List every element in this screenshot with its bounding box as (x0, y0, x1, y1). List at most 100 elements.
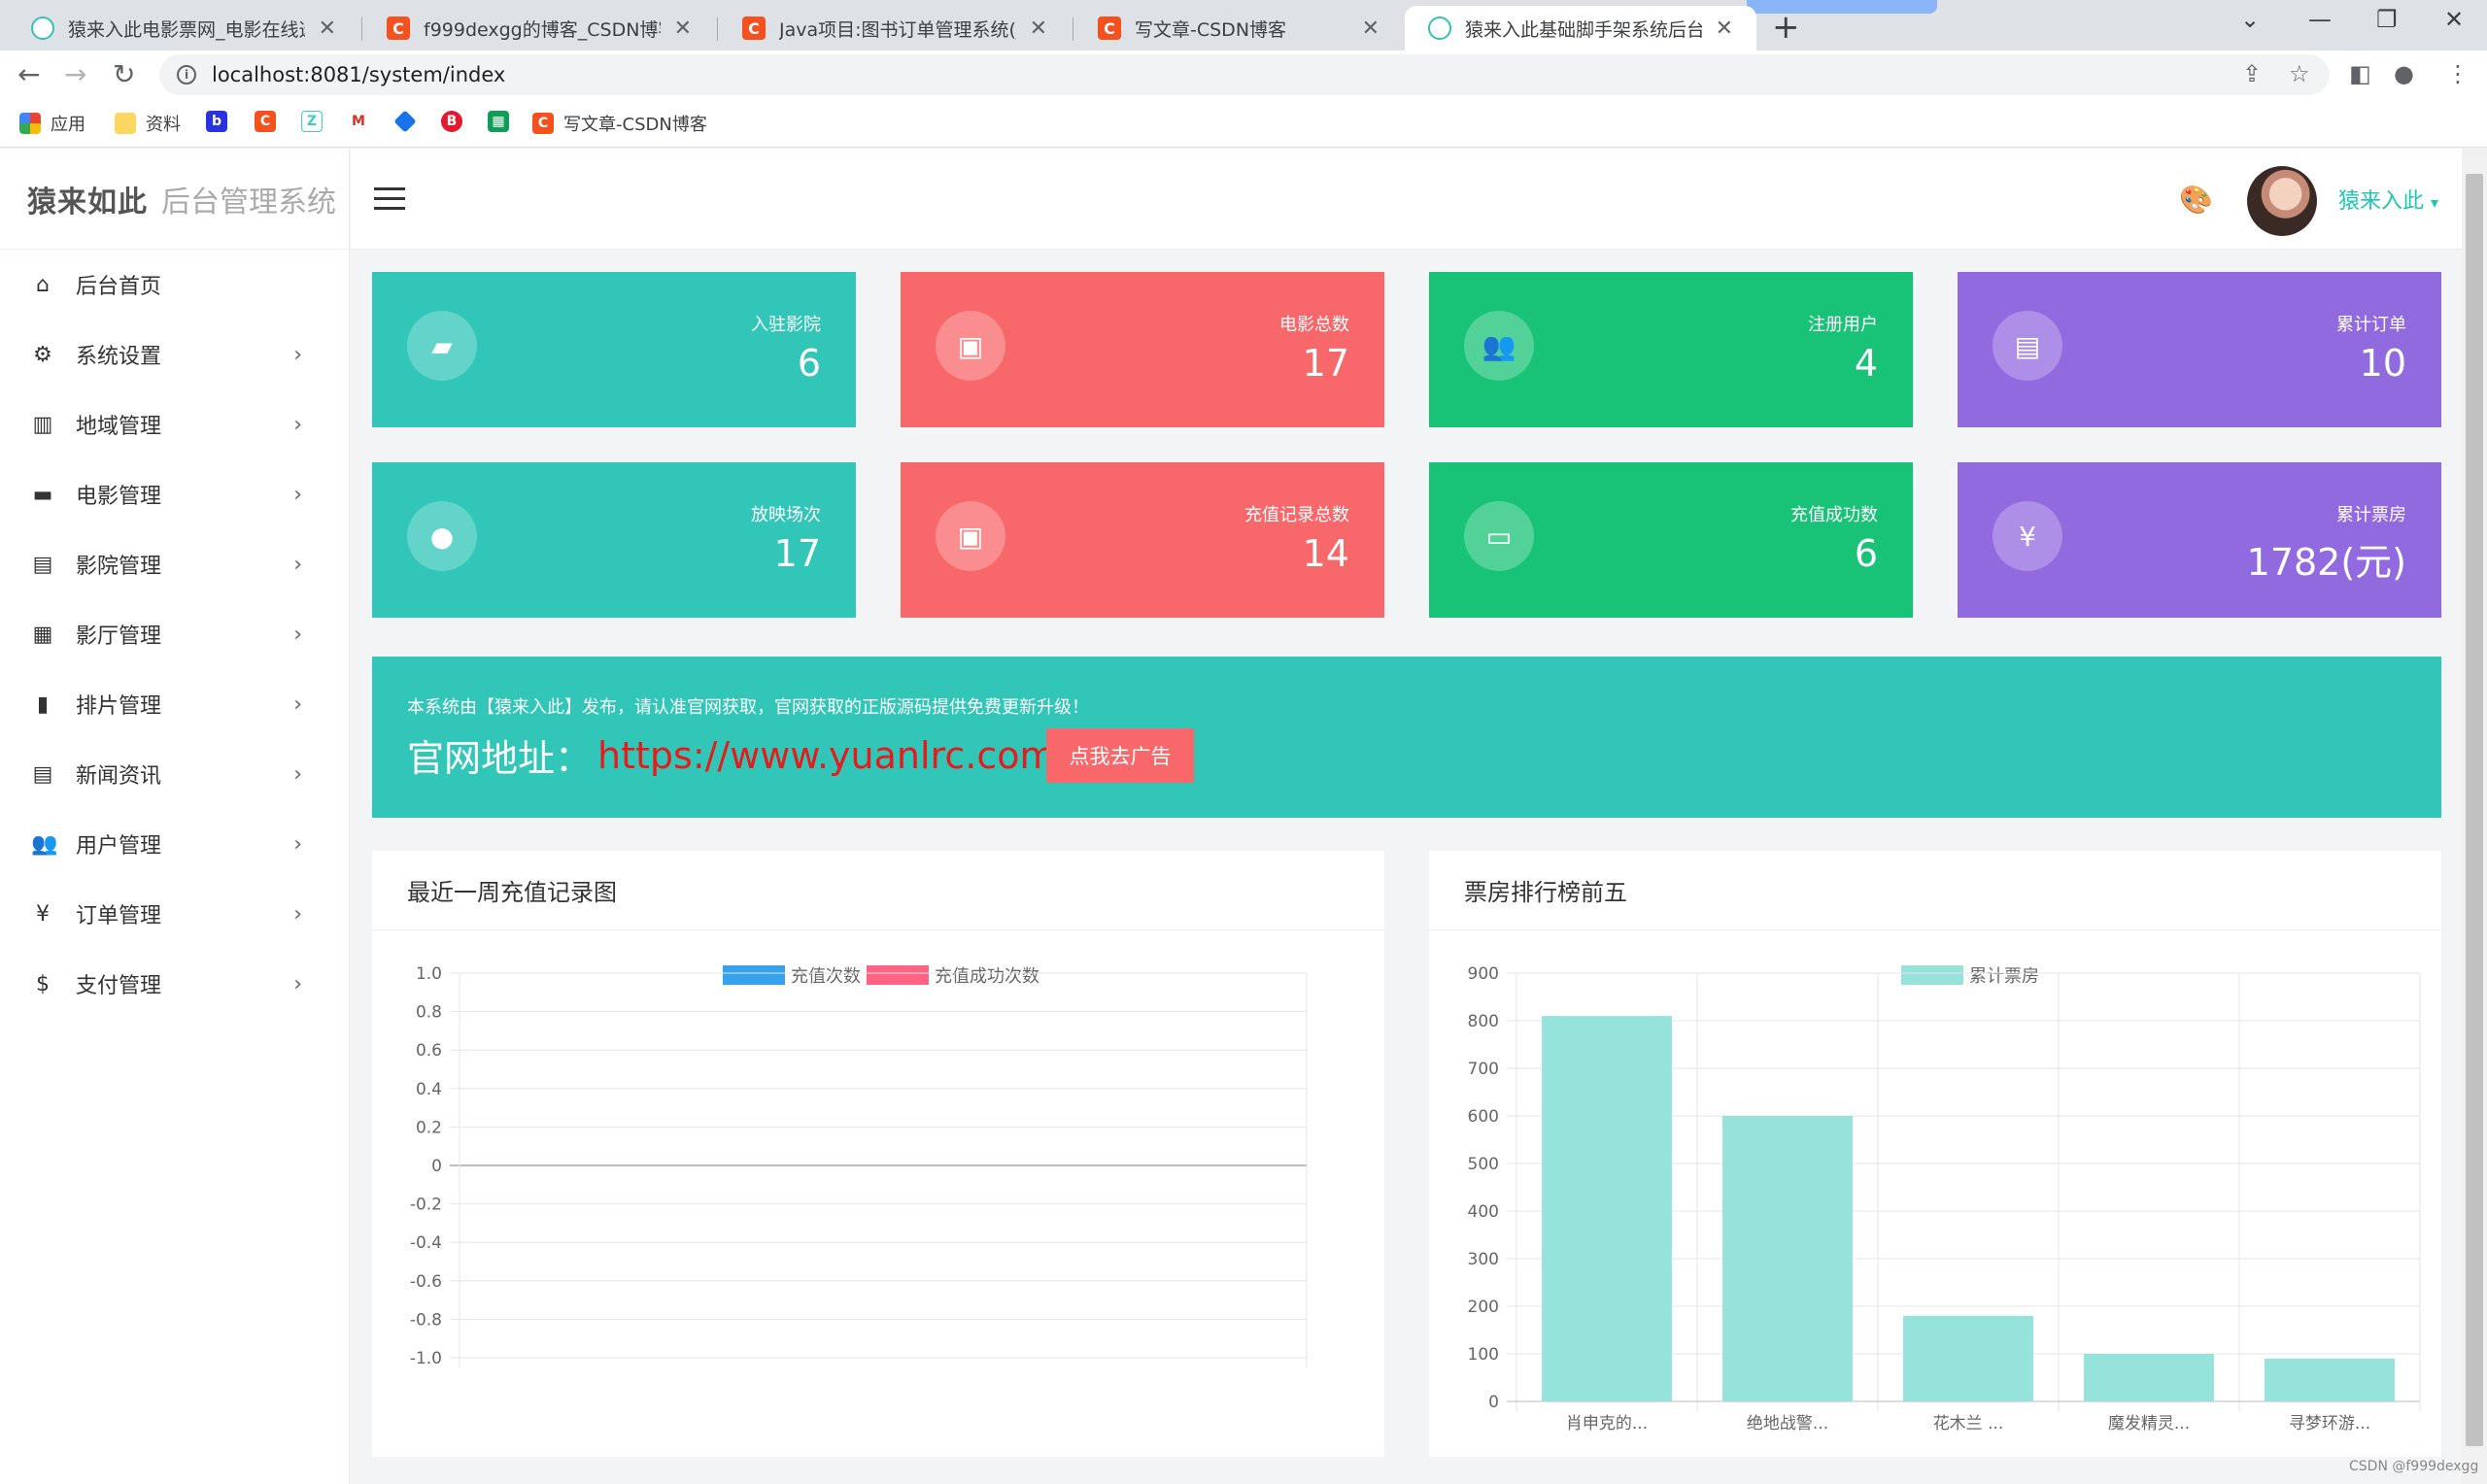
sidebar-item[interactable]: ▮ 排片管理 › (0, 669, 349, 739)
close-tab-icon[interactable]: ✕ (319, 17, 336, 41)
bar (1903, 1315, 2033, 1401)
gear-icon: ⚙ (33, 342, 52, 367)
banner-notice: 本系统由【猿来入此】发布，请认准官网获取，官网获取的正版源码提供免费更新升级！ (407, 697, 1089, 718)
sidebar: 猿来如此 后台管理系统 ⌂ 后台首页 ⚙ 系统设置 › ▥ 地域管理 › ▬ 电影管理 › ▤ 影院管理… (0, 149, 350, 1484)
site-url-link[interactable]: https://www.yuanlrc.com (597, 734, 1055, 777)
tab-search-icon[interactable]: ⌄ (2240, 6, 2260, 33)
theme-palette-icon[interactable]: 🎨 (2179, 184, 2213, 216)
sidebar-item[interactable]: ▤ 新闻资讯 › (0, 739, 349, 809)
sheets-icon: ▦ (488, 111, 509, 132)
browser-tab-3[interactable]: C Java项目:图书订单管理系统(java ✕ (719, 6, 1071, 51)
y-tick-label: -0.4 (410, 1233, 442, 1253)
bookmark-label: 写文章-CSDN博客 (563, 115, 707, 135)
reload-icon[interactable]: ↻ (113, 58, 135, 90)
stat-value: 6 (797, 342, 821, 385)
close-tab-icon[interactable]: ✕ (1030, 17, 1047, 41)
profile-icon[interactable]: ● (2394, 60, 2414, 87)
close-tab-icon[interactable]: ✕ (1716, 17, 1733, 41)
sidebar-item[interactable]: ▦ 影厅管理 › (0, 599, 349, 669)
new-tab-button[interactable]: + (1772, 8, 1800, 47)
browser-tab-1[interactable]: 猿来入此电影票网_电影在线选座 ✕ (8, 6, 359, 51)
chevron-right-icon: › (293, 412, 302, 437)
user-menu[interactable]: 猿来入此 ▾ (2338, 184, 2438, 215)
gmail-icon: M (348, 111, 369, 132)
minimize-icon[interactable]: — (2308, 6, 2332, 33)
money-icon: ▣ (936, 501, 1005, 571)
x-tick-label: 寻梦环游... (2289, 1414, 2370, 1433)
sidebar-item[interactable]: ¥ 订单管理 › (0, 879, 349, 949)
tab-title: 猿来入此电影票网_电影在线选座 (68, 18, 305, 41)
sidebar-menu: ⌂ 后台首页 ⚙ 系统设置 › ▥ 地域管理 › ▬ 电影管理 › ▤ 影院管理 › ▦ 影厅管理 › ▮ 排片管理… (0, 250, 349, 1019)
legend-label: 充值成功次数 (935, 966, 1039, 987)
folder-icon (115, 113, 136, 134)
legend-label: 累计票房 (1969, 966, 2039, 987)
url-field[interactable]: i localhost:8081/system/index (159, 54, 2330, 95)
x-tick-label: 花木兰 ... (1933, 1414, 2004, 1433)
x-tick-label: 肖申克的... (1566, 1414, 1648, 1433)
bookmark-folder[interactable]: 资料 (115, 111, 181, 136)
sidebar-item-label: 用户管理 (76, 834, 162, 859)
bookmark-diamond[interactable] (393, 110, 426, 133)
close-window-icon[interactable]: ✕ (2444, 6, 2464, 33)
stat-label: 累计票房 (2336, 505, 2406, 525)
stat-value: 6 (1854, 532, 1878, 575)
csdn-favicon: C (387, 17, 410, 40)
sidebar-item[interactable]: ▤ 影院管理 › (0, 529, 349, 599)
close-tab-icon[interactable]: ✕ (1362, 17, 1380, 41)
logo[interactable]: 猿来如此 后台管理系统 (0, 149, 349, 250)
sidebar-item-label: 新闻资讯 (76, 764, 162, 789)
weibo-icon: B (441, 111, 462, 132)
bookmark-gmail[interactable]: M (348, 111, 379, 132)
schedule-icon: ▮ (36, 691, 50, 717)
sidebar-item[interactable]: ⚙ 系统设置 › (0, 320, 349, 389)
back-icon[interactable]: ← (17, 58, 40, 90)
bookmark-weibo[interactable]: B (441, 111, 472, 132)
bookmark-apps[interactable]: 应用 (19, 111, 85, 136)
sidebar-item[interactable]: ▥ 地域管理 › (0, 389, 349, 459)
sidebar-item-label: 影院管理 (76, 555, 162, 579)
stat-card: 👥 注册用户 4 (1429, 272, 1913, 427)
y-tick-label: 1.0 (416, 964, 442, 984)
site-favicon (1428, 17, 1451, 40)
close-tab-icon[interactable]: ✕ (674, 17, 692, 41)
sidebar-item[interactable]: $ 支付管理 › (0, 949, 349, 1019)
lightbulb-icon: ● (407, 501, 477, 571)
sidebar-item[interactable]: 👥 用户管理 › (0, 809, 349, 879)
avatar[interactable] (2247, 166, 2317, 236)
browser-tab-active[interactable]: 猿来入此基础脚手架系统后台管理 ✕ (1405, 6, 1756, 51)
y-tick-label: 0 (1488, 1393, 1499, 1412)
sidebar-item[interactable]: ⌂ 后台首页 (0, 250, 349, 320)
scrollbar-thumb[interactable] (2466, 174, 2483, 1446)
forward-icon[interactable]: → (64, 58, 86, 90)
stat-value: 10 (2359, 342, 2406, 385)
bookmark-z[interactable]: Z (301, 111, 332, 132)
page-scrollbar[interactable] (2462, 149, 2487, 1484)
chevron-right-icon: › (293, 342, 302, 367)
info-icon[interactable]: i (177, 65, 196, 84)
restore-icon[interactable]: ❐ (2376, 6, 2398, 33)
bookmark-star-icon[interactable]: ☆ (2289, 60, 2310, 87)
menu-dots-icon[interactable]: ⋮ (2446, 60, 2470, 87)
stat-card: ▣ 充值记录总数 14 (901, 462, 1384, 618)
tab-title: Java项目:图书订单管理系统(java (779, 18, 1016, 41)
brand-name: 猿来如此 (27, 185, 148, 219)
y-tick-label: 900 (1468, 964, 1499, 984)
share-icon[interactable]: ⇪ (2242, 60, 2262, 87)
sidebar-item-label: 电影管理 (76, 485, 162, 509)
bar (2084, 1354, 2214, 1401)
stat-card: ▤ 累计订单 10 (1958, 272, 2441, 427)
browser-tab-4[interactable]: C 写文章-CSDN博客 ✕ (1074, 6, 1403, 51)
bookmark-baidu[interactable]: b (206, 111, 237, 132)
browser-tab-2[interactable]: C f999dexgg的博客_CSDN博客-sp ✕ (363, 6, 715, 51)
menu-toggle-icon[interactable] (374, 187, 405, 211)
bookmark-sheets[interactable]: ▦ (488, 111, 519, 132)
sidebar-item-label: 后台首页 (76, 275, 162, 299)
side-panel-icon[interactable]: ◧ (2349, 60, 2371, 87)
x-tick-label: 魔发精灵... (2108, 1414, 2190, 1433)
bookmark-csdn[interactable]: C (255, 111, 286, 132)
sidebar-item[interactable]: ▬ 电影管理 › (0, 459, 349, 529)
chevron-right-icon: › (293, 901, 302, 927)
bookmark-csdn-write[interactable]: C 写文章-CSDN博客 (532, 111, 707, 136)
ad-button[interactable]: 点我去广告 (1046, 728, 1194, 783)
stat-card: ● 放映场次 17 (372, 462, 856, 618)
